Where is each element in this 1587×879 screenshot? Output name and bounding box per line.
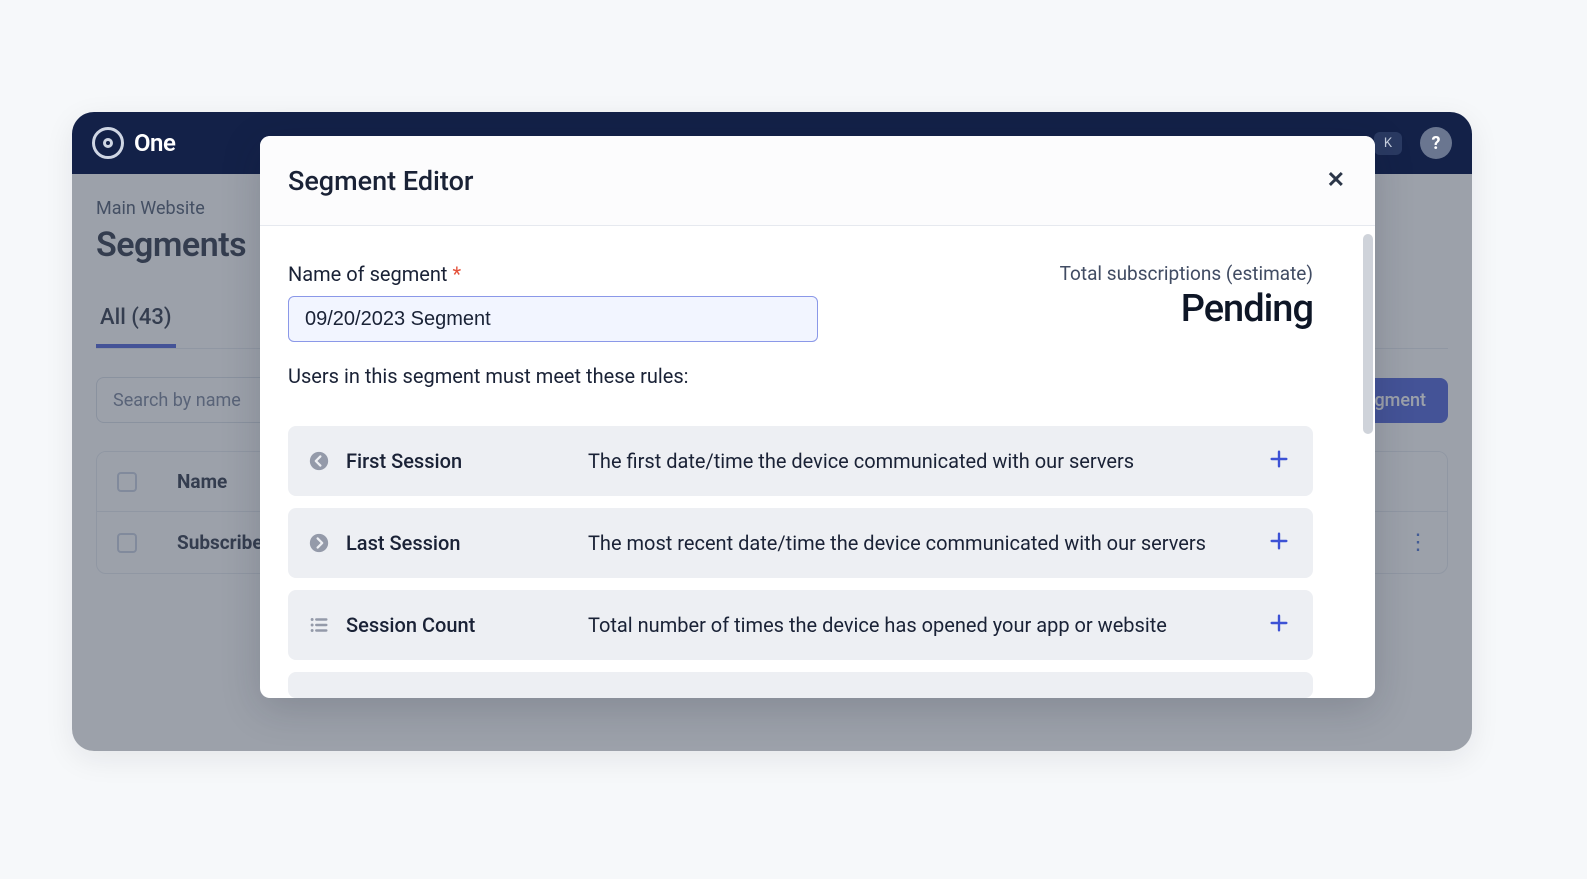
row-select [97,515,157,571]
rule-desc: The first date/time the device communica… [588,449,1245,473]
rule-name: Last Session [346,531,461,555]
col-select [97,454,157,510]
add-rule-button[interactable] [1245,530,1313,556]
modal-body: Name of segment * Total subscriptions (e… [260,226,1375,698]
col-actions [1387,464,1447,500]
segment-name-input[interactable] [288,296,818,342]
rule-card-first-session[interactable]: First Session The first date/time the de… [288,426,1313,496]
rule-card-session-count[interactable]: Session Count Total number of times the … [288,590,1313,660]
plus-icon [1268,612,1290,634]
name-label: Name of segment * [288,262,818,286]
estimate-block: Total subscriptions (estimate) Pending [1060,262,1313,331]
nav-right: K ? [1374,127,1452,159]
arrow-right-circle-icon [308,532,330,554]
add-rule-button[interactable] [1245,448,1313,474]
rule-list: First Session The first date/time the de… [288,426,1313,698]
form-row-top: Name of segment * Total subscriptions (e… [288,262,1313,342]
tab-all[interactable]: All (43) [96,295,176,348]
plus-icon [1268,530,1290,552]
stage: One K ? Main Website Segments All (43) S… [0,0,1587,879]
plus-icon [1268,448,1290,470]
rule-name: Session Count [346,613,475,637]
estimate-label: Total subscriptions (estimate) [1060,262,1313,285]
rule-card-last-session[interactable]: Last Session The most recent date/time t… [288,508,1313,578]
rule-desc: The most recent date/time the device com… [588,531,1245,555]
rule-desc: Total number of times the device has ope… [588,613,1245,637]
modal-header: Segment Editor ✕ [260,136,1375,226]
rule-name: First Session [346,449,462,473]
brand-logo-icon [92,127,124,159]
required-mark: * [452,262,461,286]
rules-hint: Users in this segment must meet these ru… [288,364,1313,388]
name-label-text: Name of segment [288,262,447,286]
search-placeholder: Search by name [113,390,241,411]
checkbox-icon[interactable] [117,533,137,553]
new-segment-button-label: gment [1374,390,1426,411]
row-actions-kebab-icon[interactable]: ⋮ [1387,512,1447,573]
checkbox-icon[interactable] [117,472,137,492]
add-rule-button[interactable] [1245,612,1313,638]
brand-name: One [134,129,175,157]
scrollbar-thumb[interactable] [1363,234,1373,434]
list-icon [308,614,330,636]
nav-shortcut-pill[interactable]: K [1374,132,1402,155]
segment-editor-modal: Segment Editor ✕ Name of segment * [260,136,1375,698]
modal-title: Segment Editor [288,165,473,197]
scrollbar[interactable] [1361,226,1375,698]
rule-card-next[interactable] [288,672,1313,698]
nav-left: One [92,127,175,159]
arrow-left-circle-icon [308,450,330,472]
modal-scroll: Name of segment * Total subscriptions (e… [260,226,1361,698]
estimate-value: Pending [1060,287,1313,331]
help-icon[interactable]: ? [1420,127,1452,159]
close-icon[interactable]: ✕ [1323,166,1349,196]
name-group: Name of segment * [288,262,818,342]
